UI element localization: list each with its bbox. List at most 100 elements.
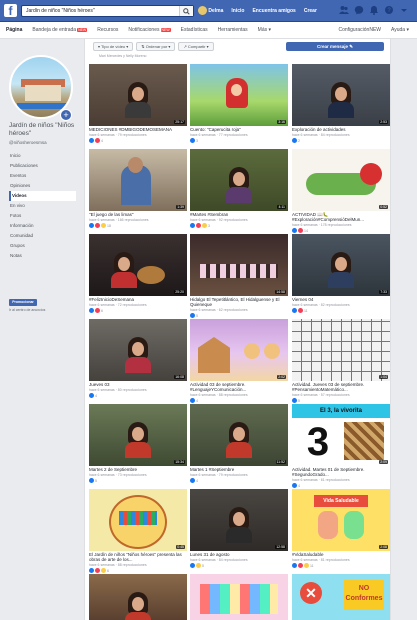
reactions[interactable]: 5 — [190, 563, 204, 568]
video-title[interactable]: Jueves 03 — [89, 382, 187, 387]
video-title[interactable]: Martes 2 de Septiembre — [89, 467, 187, 472]
filter-share-button[interactable]: ↗ Compartir ▾ — [178, 42, 214, 51]
reactions[interactable]: 18 — [89, 223, 111, 228]
reactions[interactable]: 3 — [190, 138, 198, 143]
tab-settings[interactable]: ConfiguraciónNEW — [338, 27, 381, 33]
video-thumbnail[interactable]: Vida Saludable 2:08 — [292, 489, 390, 551]
tab-more[interactable]: Más ▾ — [258, 27, 271, 33]
video-title[interactable]: Martes 1 #Septiembre — [190, 467, 288, 472]
reactions[interactable]: 2 — [292, 138, 300, 143]
video-thumbnail[interactable]: 16:08 — [89, 319, 187, 381]
video-thumbnail[interactable]: 7:33 — [292, 234, 390, 296]
reactions[interactable]: 4 — [292, 483, 300, 488]
video-title[interactable]: "El juego de las limas" — [89, 212, 187, 217]
reactions[interactable]: 6 — [89, 308, 103, 313]
video-thumbnail[interactable]: El 3, la vivorita 3 2:09 — [292, 404, 390, 466]
menu-icon[interactable] — [399, 5, 409, 15]
tab-insights[interactable]: Estadísticas — [181, 27, 208, 33]
filter-sort-button[interactable]: ⇅ Ordenar por ▾ — [136, 42, 176, 51]
notifications-icon[interactable] — [369, 5, 379, 15]
video-thumbnail[interactable]: 1:04 — [292, 319, 390, 381]
page-handle[interactable]: @niñosheroesmsa — [9, 140, 47, 145]
video-title[interactable]: Viernes 04 — [292, 297, 390, 302]
video-thumbnail[interactable] — [89, 574, 187, 620]
filter-type-button[interactable]: ▾ Tipo de vídeo ▾ — [93, 42, 134, 51]
video-title[interactable]: ACTIVIDAD 📖🐛 #Exploración#ComprensióDelM… — [292, 212, 390, 222]
sidebar-item-community[interactable]: Comunidad — [9, 231, 76, 241]
video-thumbnail[interactable]: 25:17 — [89, 64, 187, 126]
reactions[interactable]: 11 — [292, 308, 308, 313]
video-title[interactable]: Actividad 03 de septiembre. #LenguajeYCo… — [190, 382, 288, 392]
sidebar-item-notes[interactable]: Notas — [9, 251, 76, 261]
sidebar-item-reviews[interactable]: Opiniones — [9, 181, 76, 191]
video-title[interactable]: Actividad. Martes 01 de Septiembre. #Seg… — [292, 467, 390, 477]
page-name[interactable]: Jardín de niños "Niños héroes" — [9, 122, 75, 138]
create-post-button[interactable]: Crear mensaje ✎ — [286, 42, 384, 51]
like-icon — [190, 398, 195, 403]
video-thumbnail[interactable]: 0:45 — [89, 489, 187, 551]
search-button[interactable] — [179, 6, 193, 16]
facebook-logo-icon[interactable]: f — [4, 4, 17, 17]
sidebar-item-home[interactable]: Inicio — [9, 151, 76, 161]
tab-help[interactable]: Ayuda ▾ — [391, 27, 409, 33]
reactions[interactable]: 4 — [190, 478, 198, 483]
add-photo-button[interactable]: + — [60, 109, 72, 121]
friends-icon[interactable] — [339, 5, 349, 15]
video-thumbnail[interactable]: 15:34 — [89, 404, 187, 466]
tab-inbox[interactable]: Bandeja de entrada NEW — [32, 27, 88, 33]
video-title[interactable]: Lunes 31 de agosto — [190, 552, 288, 557]
reactions[interactable]: 4 — [89, 393, 97, 398]
video-meta: hace 6 semanas · 88 reproducciones — [190, 393, 248, 397]
video-title[interactable]: MEDICIONES #DMBIGODEMOSEMANA — [89, 127, 187, 132]
help-icon[interactable]: ? — [384, 5, 394, 15]
reactions[interactable]: 4 — [89, 138, 103, 143]
nav-find-friends[interactable]: Encuentra amigos — [252, 8, 295, 14]
video-thumbnail[interactable]: 14:58 — [190, 234, 288, 296]
video-title[interactable]: Actividad. Jueves 03 de septiembre. #Pen… — [292, 382, 390, 392]
video-title[interactable]: Exploración de actividades — [292, 127, 390, 132]
promote-button[interactable]: Promocionar — [9, 299, 37, 306]
reactions[interactable]: 5 — [292, 398, 300, 403]
video-thumbnail[interactable]: 4:11 — [190, 149, 288, 211]
video-thumbnail[interactable]: 12:58 — [190, 489, 288, 551]
reactions[interactable]: 6 — [89, 568, 109, 573]
video-title[interactable]: #FelizInicioDeSemana — [89, 297, 187, 302]
video-thumbnail[interactable]: 2:02 — [190, 319, 288, 381]
video-thumbnail[interactable]: 3:16 — [190, 64, 288, 126]
video-title[interactable]: Hidalgo El Tepetitlántico, El Hidalguens… — [190, 297, 288, 307]
search-input[interactable] — [22, 6, 172, 16]
video-thumbnail[interactable]: 11:52 — [190, 404, 288, 466]
video-thumbnail[interactable]: 25:20 — [89, 234, 187, 296]
nav-home[interactable]: Inicio — [231, 8, 244, 14]
video-thumbnail[interactable]: 1:39 — [89, 149, 187, 211]
nav-create[interactable]: Crear — [304, 8, 317, 14]
reactions[interactable]: 3 — [190, 223, 210, 228]
tab-resources[interactable]: Recursos — [97, 27, 118, 33]
video-title[interactable]: #VidaSaludable — [292, 552, 390, 557]
video-thumbnail[interactable]: 0:52 — [292, 149, 390, 211]
video-thumbnail[interactable]: 2:53 — [292, 64, 390, 126]
sidebar-item-videos[interactable]: Videos — [9, 191, 76, 201]
sidebar-item-posts[interactable]: Publicaciones — [9, 161, 76, 171]
tab-tools[interactable]: Herramientas — [218, 27, 248, 33]
sidebar-item-live[interactable]: En vivo — [9, 201, 76, 211]
ads-center-link[interactable]: Ir al centro de anuncios — [9, 308, 45, 312]
video-title[interactable]: Cuento: "Caperucita roja" — [190, 127, 288, 132]
reactions[interactable]: 5 — [190, 313, 198, 318]
video-thumbnail[interactable]: ✕ NO Conformes — [292, 574, 390, 620]
reactions[interactable]: 11 — [292, 563, 314, 568]
sidebar-item-about[interactable]: Información — [9, 221, 76, 231]
tab-notifications[interactable]: Notificaciones NEW — [128, 27, 171, 33]
sidebar-item-events[interactable]: Eventos — [9, 171, 76, 181]
reactions[interactable]: 4 — [190, 398, 198, 403]
tab-page[interactable]: Página — [6, 27, 22, 33]
messages-icon[interactable] — [354, 5, 364, 15]
sidebar-item-photos[interactable]: Fotos — [9, 211, 76, 221]
reactions[interactable]: 14 — [292, 228, 308, 233]
video-thumbnail[interactable] — [190, 574, 288, 620]
reactions[interactable]: 5 — [89, 478, 97, 483]
video-title[interactable]: El Jardín de niños "Niños héroes" presen… — [89, 552, 187, 562]
video-title[interactable]: #Martes #Sembran — [190, 212, 288, 217]
sidebar-item-groups[interactable]: Grupos — [9, 241, 76, 251]
profile-link[interactable]: Delma — [198, 6, 223, 15]
